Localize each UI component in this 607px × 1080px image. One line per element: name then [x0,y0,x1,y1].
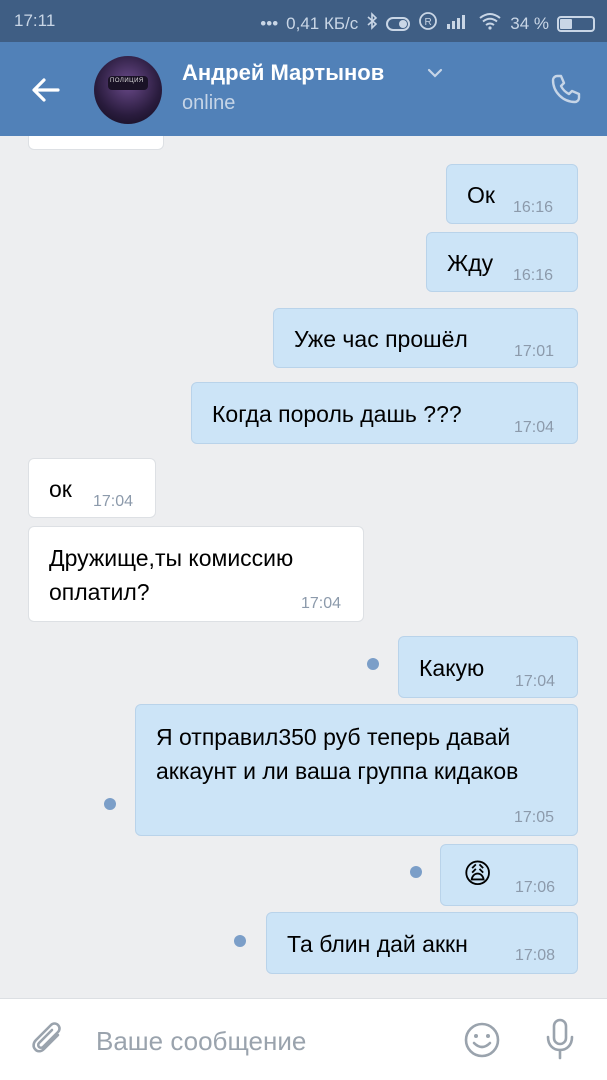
signal-icon [446,12,470,35]
message-text: ок [49,476,72,502]
message-bubble-incoming[interactable]: Дружище,ты комиссию оплатил? 17:04 [28,526,364,622]
unread-indicator [410,866,422,878]
message-time: 17:04 [301,595,342,612]
message-time: 17:04 [93,493,134,510]
message-list[interactable]: Ок 16:16 Жду 16:16 Уже час прошёл 17:01 … [0,136,607,998]
emoji-button[interactable] [463,1021,501,1059]
avatar-badge-text: ПОЛИЦИЯ [110,78,144,84]
message-text: Уже час прошёл [294,326,468,352]
voice-button[interactable] [543,1017,577,1061]
message-bubble-outgoing[interactable]: 😩 17:06 [440,844,578,906]
avatar[interactable]: ПОЛИЦИЯ [94,56,162,124]
bluetooth-icon [366,12,378,35]
network-speed: 0,41 КБ/с [286,13,359,33]
message-bubble-outgoing[interactable]: Жду 16:16 [426,232,578,292]
message-bubble-outgoing[interactable]: Какую 17:04 [398,636,578,698]
back-button[interactable] [26,70,66,110]
battery-percent: 34 % [510,13,549,33]
message-bubble-outgoing[interactable]: Когда пороль дашь ??? 17:04 [191,382,578,444]
status-time: 17:11 [14,11,56,30]
phone-icon [551,74,581,104]
contact-status: online [182,92,236,114]
unread-indicator [104,798,116,810]
message-bubble-outgoing[interactable]: Ок 16:16 [446,164,578,224]
message-time: 17:01 [514,343,555,360]
unread-indicator [367,658,379,670]
contact-name[interactable]: Андрей Мартынов [182,60,384,86]
call-button[interactable] [549,72,583,106]
paperclip-icon [32,1022,61,1053]
more-dots-icon: ••• [260,13,279,33]
message-time: 16:16 [513,267,554,284]
battery-icon [557,15,595,32]
status-bar: 17:11 ••• 0,41 КБ/с R 34 % [0,0,607,42]
smile-icon [464,1022,500,1058]
message-text: Я отправил350 руб теперь давай аккаунт и… [156,724,519,784]
message-bubble-outgoing[interactable]: Я отправил350 руб теперь давай аккаунт и… [135,704,578,836]
message-composer: Ваше сообщение [0,998,607,1080]
message-text: Та блин дай аккн [287,931,468,957]
message-input[interactable]: Ваше сообщение [96,1026,306,1057]
chevron-down-icon[interactable] [426,66,444,84]
attach-button[interactable] [30,1021,68,1061]
microphone-icon [546,1018,574,1060]
message-text: Когда пороль дашь ??? [212,401,462,427]
svg-text:R: R [425,17,432,28]
message-time: 17:08 [515,947,556,964]
toggle-icon [386,16,411,31]
message-bubble-outgoing[interactable]: Та блин дай аккн 17:08 [266,912,578,974]
registered-icon: R [418,11,438,36]
message-time: 17:04 [514,419,555,436]
message-time: 16:16 [513,199,554,216]
message-time: 17:06 [515,879,556,896]
message-text: Ок [467,182,495,208]
chat-header: ПОЛИЦИЯ Андрей Мартынов online [0,42,607,136]
message-bubble-outgoing[interactable]: Уже час прошёл 17:01 [273,308,578,368]
message-text: Какую [419,655,485,681]
arrow-left-icon [32,78,60,102]
message-text: Жду [447,250,494,276]
message-bubble-incoming[interactable]: ок 17:04 [28,458,156,518]
message-time: 17:04 [515,673,556,690]
status-icons: ••• 0,41 КБ/с R 34 % [260,11,595,36]
message-bubble-partial [28,136,164,150]
message-time: 17:05 [514,809,555,826]
unread-indicator [234,935,246,947]
message-emoji: 😩 [463,858,493,889]
wifi-icon [478,12,502,35]
